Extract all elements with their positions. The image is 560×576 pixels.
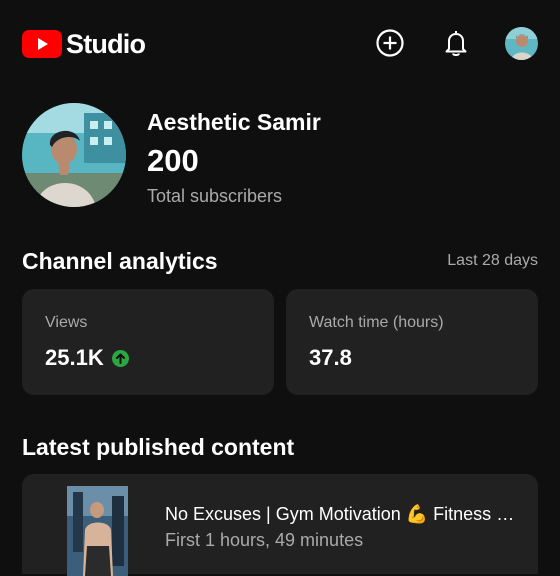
account-avatar-image [505,27,538,60]
youtube-play-logo-icon [22,30,62,58]
brand-name: Studio [66,29,146,59]
latest-video-item[interactable]: No Excuses | Gym Motivation 💪 Fitness Mo… [22,474,538,576]
video-thumbnail-image [67,486,128,576]
views-card[interactable]: Views 25.1K [22,289,274,395]
notifications-button[interactable] [440,27,472,59]
top-app-bar: Studio [0,0,560,88]
youtube-studio-logo[interactable]: Studio [22,29,146,59]
video-thumbnail[interactable] [67,486,128,576]
watch-time-value: 37.8 [309,345,352,370]
analytics-period: Last 28 days [447,252,538,269]
channel-name: Aesthetic Samir [147,109,321,135]
arrow-up-icon [111,349,129,367]
subscriber-label: Total subscribers [147,186,283,206]
channel-avatar-image [22,103,126,207]
create-button[interactable] [374,27,406,59]
views-value-row: 25.1K [45,344,129,372]
video-meta: First 1 hours, 49 minutes [165,530,364,550]
channel-analytics-heading: Channel analytics [22,248,218,274]
subscriber-count: 200 [147,143,199,178]
views-value: 25.1K [45,345,104,370]
latest-content-heading: Latest published content [22,434,295,460]
add-circle-icon [376,29,404,57]
video-title: No Excuses | Gym Motivation 💪 Fitness Mo… [165,504,525,524]
account-avatar[interactable] [505,27,538,60]
watch-time-value-row: 37.8 [309,344,352,372]
watch-time-card[interactable]: Watch time (hours) 37.8 [286,289,538,395]
bell-icon [445,31,467,56]
views-label: Views [45,314,88,331]
watch-time-label: Watch time (hours) [309,314,444,331]
channel-avatar[interactable] [22,103,126,207]
